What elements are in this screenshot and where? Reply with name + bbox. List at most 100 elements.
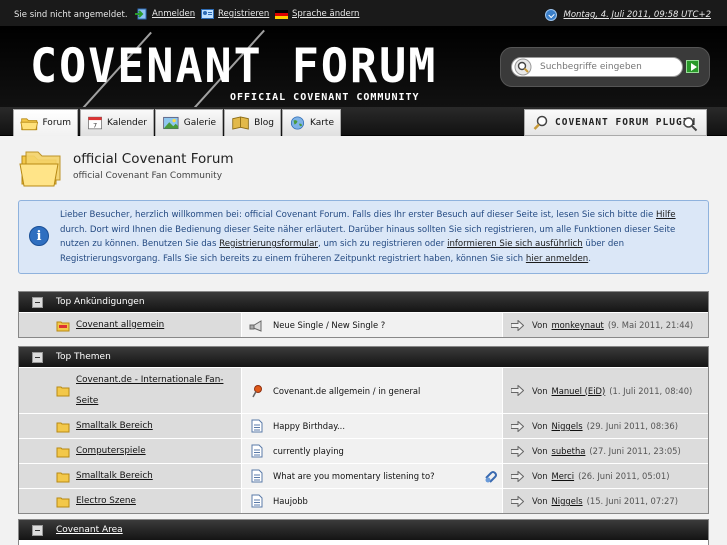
welcome-text-part: . — [588, 253, 591, 264]
tab-blog[interactable]: Blog — [224, 109, 281, 136]
by-label: Von — [532, 446, 548, 456]
forum-link[interactable]: Covenant.de - Internationale Fan-Seite — [76, 370, 236, 412]
table-row: Electro Szene Haujobb Von Niggels (15. J… — [19, 488, 708, 513]
user-link[interactable]: Manuel (EiD) — [552, 386, 606, 396]
search-input[interactable] — [540, 62, 680, 72]
register-link[interactable]: Registrieren — [201, 8, 269, 20]
register-icon — [201, 9, 214, 19]
top-bar: Sie sind nicht angemeldet. Anmelden Regi… — [0, 0, 727, 27]
collapse-toggle-icon[interactable] — [32, 296, 43, 308]
datetime-link[interactable]: Montag, 4. Juli 2011, 09:58 UTC+2 — [545, 9, 711, 21]
topic-cell: What are you momentary listening to? — [242, 464, 503, 488]
flag-de-icon — [275, 10, 288, 19]
announcement-icon — [249, 320, 262, 332]
section-covenant-area: Covenant Area — [18, 519, 709, 545]
help-link[interactable]: Hilfe — [656, 210, 676, 220]
user-link[interactable]: Niggels — [552, 496, 583, 506]
by-label: Von — [532, 496, 548, 506]
arrow-right-icon[interactable] — [511, 385, 524, 396]
by-label: Von — [532, 385, 548, 396]
svg-text:7: 7 — [93, 121, 97, 129]
tab-karte[interactable]: Karte — [282, 109, 341, 136]
arrow-right-icon[interactable] — [511, 495, 524, 507]
last-post-cell: Von Manuel (EiD) (1. Juli 2011, 08:40) — [503, 368, 708, 413]
topic-cell: Neue Single / New Single ? — [242, 313, 503, 337]
section-header: Covenant Area — [19, 520, 708, 540]
topic-title[interactable]: Happy Birthday... — [273, 421, 345, 431]
datetime-label: Montag, 4. Juli 2011, 09:58 UTC+2 — [563, 10, 711, 20]
search-field — [511, 57, 683, 77]
forum-folder-icon — [19, 151, 61, 187]
search-submit-button[interactable] — [686, 60, 699, 73]
collapse-toggle-icon[interactable] — [32, 351, 43, 363]
user-link[interactable]: Niggels — [552, 421, 583, 431]
login-here-link[interactable]: hier anmelden — [526, 254, 588, 264]
topic-cell: Covenant.de allgemein / in general — [242, 368, 503, 413]
pin-icon — [252, 384, 262, 397]
topic-title[interactable]: What are you momentary listening to? — [273, 471, 435, 481]
magnifier-icon — [683, 117, 698, 132]
forum-plugin-link[interactable]: COVENANT FORUM PLUGIN — [524, 109, 707, 136]
arrow-right-icon[interactable] — [511, 420, 524, 432]
forum-link[interactable]: Electro Szene — [76, 491, 136, 512]
topic-cell: Haujobb — [242, 489, 503, 513]
tab-blog-label: Blog — [254, 118, 274, 128]
post-date: (27. Juni 2011, 23:05) — [589, 446, 681, 456]
chevron-down-icon — [545, 9, 558, 21]
last-post-cell: Von monkeynaut (9. Mai 2011, 21:44) — [503, 313, 708, 337]
page-title: official Covenant Forum — [73, 151, 234, 167]
section-top-topics: Top Themen Covenant.de - Internationale … — [18, 346, 709, 514]
attachment-icon — [485, 471, 497, 483]
document-icon — [251, 494, 263, 508]
tab-forum[interactable]: Forum — [13, 109, 78, 136]
arrow-right-icon[interactable] — [511, 470, 524, 482]
welcome-text: Lieber Besucher, herzlich willkommen bei… — [60, 208, 702, 266]
login-status: Sie sind nicht angemeldet. — [14, 10, 128, 20]
forum-link[interactable]: Smalltalk Bereich — [76, 416, 153, 437]
section-title-link[interactable]: Covenant Area — [56, 525, 123, 535]
forum-link[interactable]: Smalltalk Bereich — [76, 466, 153, 487]
tab-galerie[interactable]: Galerie — [155, 109, 223, 136]
tab-karte-label: Karte — [309, 118, 334, 128]
site-header: COVENANT FORUM OFFICIAL COVENANT COMMUNI… — [0, 27, 727, 107]
tab-galerie-label: Galerie — [183, 118, 216, 128]
arrow-right-icon[interactable] — [511, 319, 524, 331]
user-link[interactable]: Merci — [552, 471, 575, 481]
search-icon — [514, 58, 532, 76]
forum-cell: Electro Szene — [19, 489, 242, 513]
last-post-cell: Von Niggels (15. Juni 2011, 07:27) — [503, 489, 708, 513]
login-link[interactable]: Anmelden — [135, 8, 195, 20]
info-icon: i — [29, 226, 49, 246]
document-icon — [251, 419, 263, 433]
folder-icon — [56, 386, 70, 397]
language-link[interactable]: Sprache ändern — [275, 8, 359, 20]
forum-link[interactable]: Computerspiele — [76, 441, 146, 462]
topic-title[interactable]: Neue Single / New Single ? — [273, 320, 385, 330]
search-box — [500, 47, 710, 87]
user-link[interactable]: subetha — [552, 446, 586, 456]
by-label: Von — [532, 471, 548, 481]
tab-forum-label: Forum — [42, 118, 71, 128]
table-row: Smalltalk Bereich What are you momentary… — [19, 463, 708, 488]
topic-title[interactable]: Covenant.de allgemein / in general — [273, 386, 420, 396]
site-logo[interactable]: COVENANT FORUM — [30, 38, 437, 94]
user-link[interactable]: monkeynaut — [552, 320, 604, 330]
collapse-toggle-icon[interactable] — [32, 524, 43, 536]
gallery-icon — [163, 116, 179, 130]
section-top-announcements: Top Ankündigungen Covenant allgemein Neu… — [18, 291, 709, 338]
by-label: Von — [532, 320, 548, 330]
login-icon — [135, 8, 147, 20]
topic-cell: currently playing — [242, 439, 503, 463]
arrow-right-icon[interactable] — [511, 445, 524, 457]
document-icon — [251, 444, 263, 458]
forum-link[interactable]: Covenant allgemein — [76, 315, 164, 336]
registration-info-link[interactable]: informieren Sie sich ausführlich — [447, 239, 583, 249]
topic-title[interactable]: Haujobb — [273, 496, 308, 506]
topic-title[interactable]: currently playing — [273, 446, 344, 456]
registration-form-link[interactable]: Registrierungsformular — [219, 239, 318, 249]
welcome-text-part: Lieber Besucher, herzlich willkommen bei… — [60, 210, 657, 220]
tab-kalender[interactable]: 7 Kalender — [80, 109, 154, 136]
post-date: (15. Juni 2011, 07:27) — [586, 496, 678, 506]
table-row: Covenant allgemein Neue Single / New Sin… — [19, 312, 708, 337]
by-label: Von — [532, 421, 548, 431]
